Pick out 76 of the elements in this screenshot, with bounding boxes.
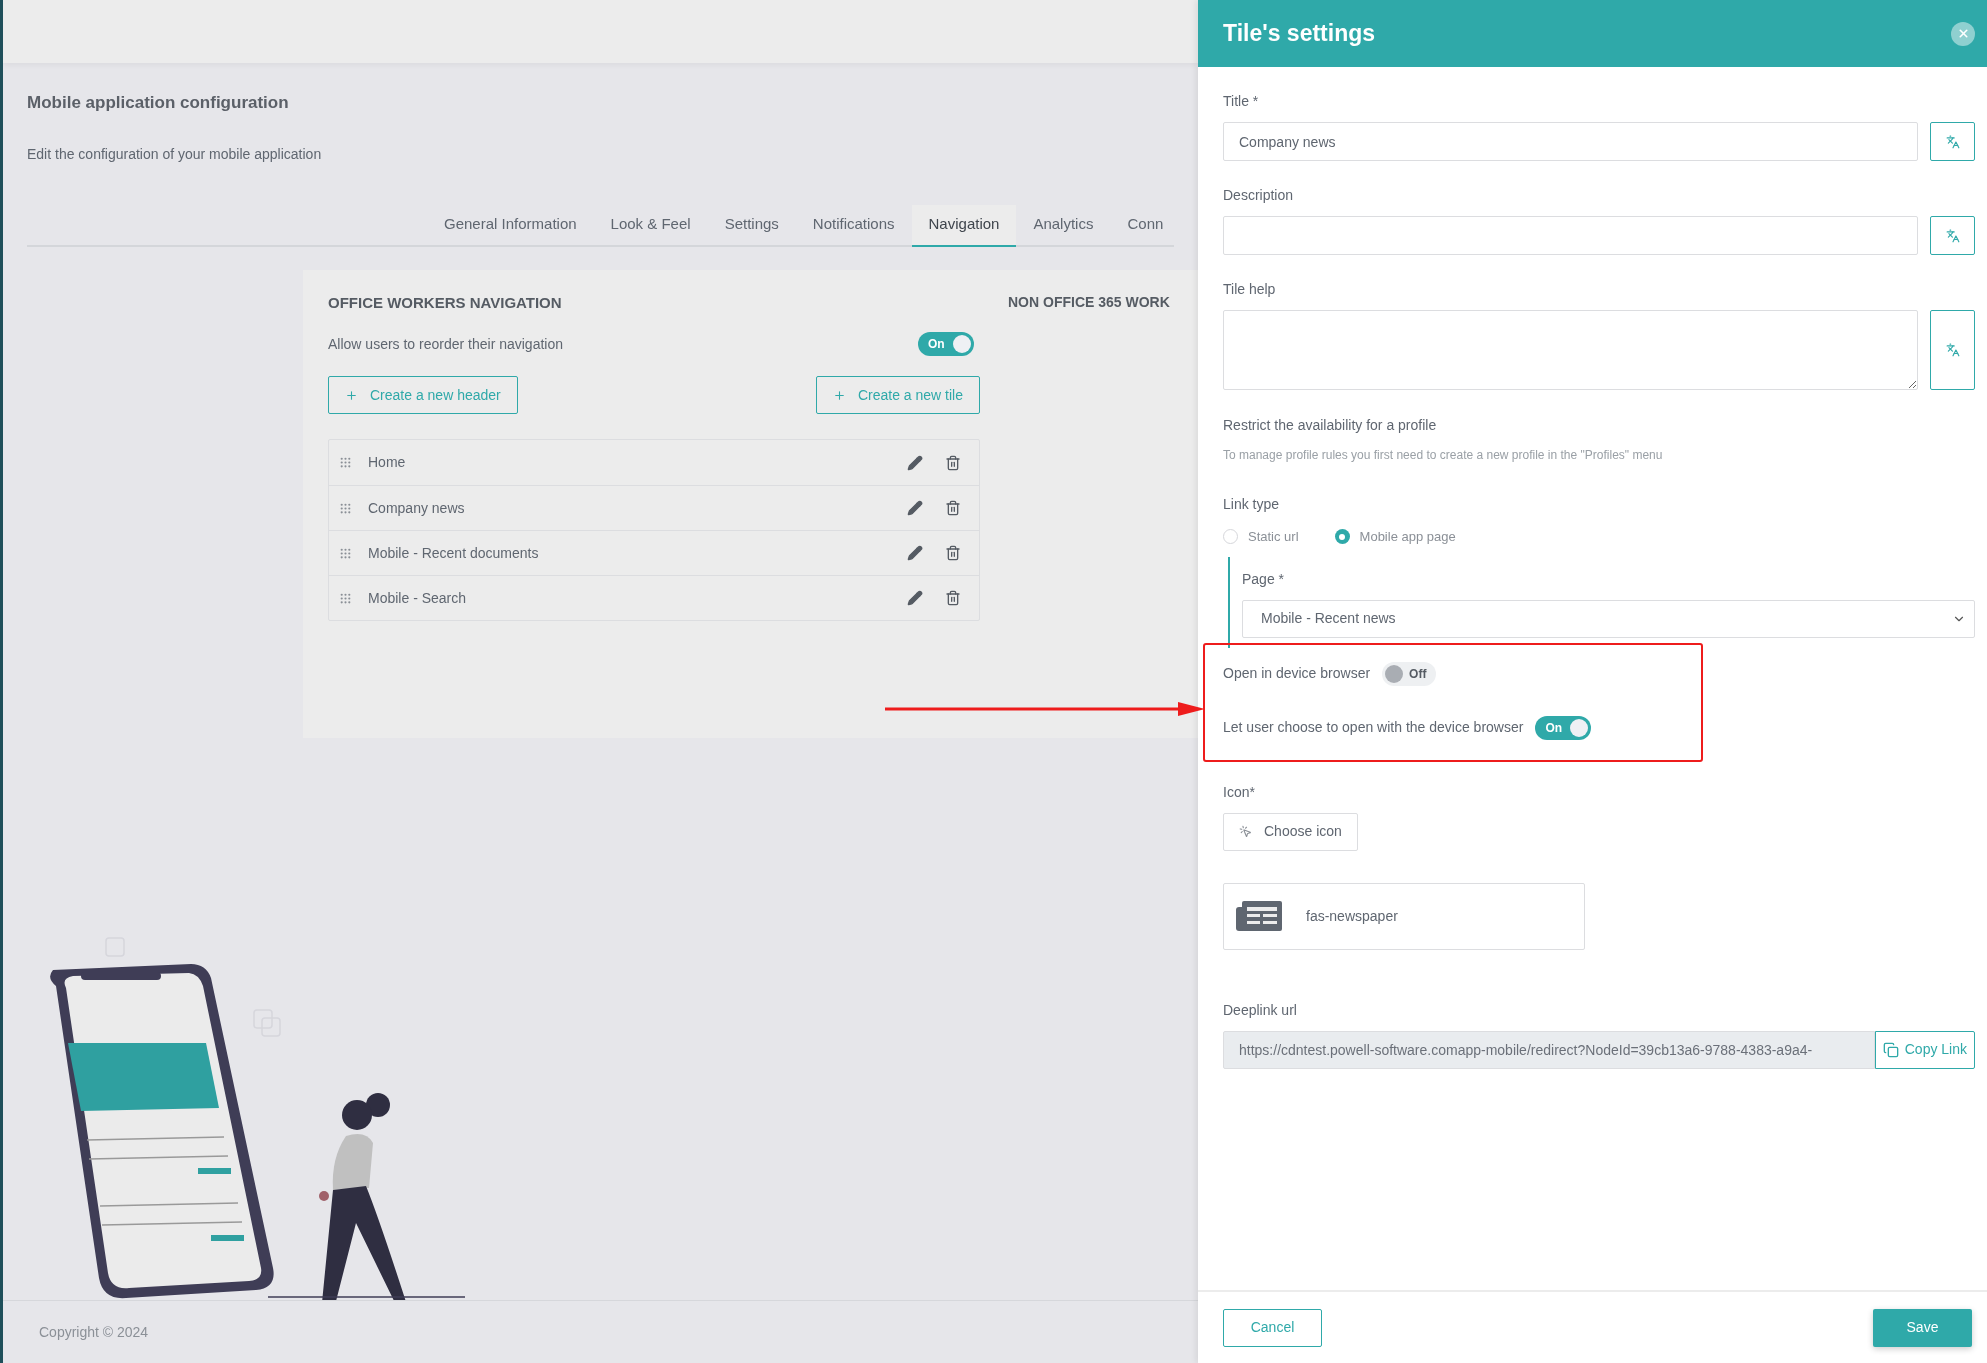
section-heading: OFFICE WORKERS NAVIGATION: [328, 292, 563, 313]
navigation-item[interactable]: Home: [329, 440, 979, 485]
toggle-switch[interactable]: On: [1535, 715, 1592, 740]
navigation-item[interactable]: Mobile - Search: [329, 575, 979, 620]
deeplink-input[interactable]: https://cdntest.powell-software.comapp-mobile/redirect?NodeId=39cb13a6-9788-4383-a9a4-: [1223, 1030, 1875, 1069]
copy-icon: [1882, 1041, 1899, 1058]
page-subtitle: Edit the configuration of your mobile application: [27, 144, 323, 164]
radio-button[interactable]: [1334, 529, 1350, 545]
item-label: Company news: [368, 498, 466, 518]
close-button[interactable]: [1951, 21, 1975, 46]
tab[interactable]: Settings: [707, 204, 796, 247]
newspaper-icon: [1236, 901, 1282, 931]
cancel-button[interactable]: Cancel: [1223, 1308, 1322, 1347]
field-label: Deeplink url: [1223, 1000, 1298, 1020]
tab[interactable]: Navigation: [911, 204, 1017, 247]
translate-button[interactable]: [1930, 122, 1975, 161]
page-title: Mobile application configuration: [27, 92, 290, 114]
delete-icon[interactable]: [945, 454, 961, 471]
choose-icon-button[interactable]: Choose icon: [1223, 812, 1358, 851]
navigation-item[interactable]: Company news: [329, 485, 979, 530]
drag-handle-icon[interactable]: [339, 456, 352, 469]
translate-icon: [1945, 134, 1960, 149]
drag-handle-icon[interactable]: [339, 501, 352, 515]
drag-handle-icon[interactable]: [339, 546, 352, 560]
edit-icon[interactable]: [907, 590, 923, 606]
panel-title: Tile's settings: [1223, 19, 1376, 49]
toggle-label: Let user choose to open with the device browser: [1223, 718, 1524, 737]
delete-icon[interactable]: [945, 545, 961, 561]
item-label: Mobile - Recent documents: [368, 543, 540, 563]
radio-option[interactable]: Static url: [1223, 527, 1299, 547]
title-input[interactable]: Company news: [1223, 122, 1918, 161]
close-icon: [1956, 27, 1970, 40]
translate-icon: [1945, 343, 1960, 357]
tab[interactable]: Analytics: [1016, 204, 1111, 247]
field-label: Title *: [1223, 92, 1260, 111]
field-label: Restrict the availability for a profile: [1223, 416, 1438, 435]
tab[interactable]: General Information: [427, 204, 594, 247]
translate-icon: [1945, 228, 1960, 243]
toggle-label: Open in device browser: [1223, 664, 1371, 683]
delete-icon[interactable]: [945, 500, 961, 516]
edit-icon[interactable]: [907, 500, 923, 516]
tab[interactable]: Conn: [1110, 204, 1181, 247]
radio-option[interactable]: Mobile app page: [1334, 527, 1456, 547]
cursor-click-icon: [1239, 825, 1252, 838]
navigation-item[interactable]: Mobile - Recent documents: [329, 530, 979, 575]
copy-link-button[interactable]: Copy Link: [1874, 1030, 1975, 1069]
create-button[interactable]: Create a new header: [328, 376, 518, 414]
description-input[interactable]: [1223, 216, 1918, 255]
field-label: Page *: [1242, 569, 1286, 589]
copyright-text: Copyright © 2024: [39, 1322, 149, 1342]
hint-text: To manage profile rules you first need to create a new profile in the "Profiles" menu: [1223, 447, 1664, 464]
item-label: Home: [368, 453, 407, 472]
plus-icon: [832, 388, 846, 402]
edit-icon[interactable]: [907, 545, 923, 561]
plus-icon: [345, 388, 358, 402]
toggle-switch[interactable]: Off: [1382, 661, 1437, 686]
create-button[interactable]: Create a new tile: [815, 376, 980, 414]
tab[interactable]: Notifications: [795, 204, 912, 247]
save-button[interactable]: Save: [1873, 1308, 1972, 1347]
field-label: Description: [1223, 186, 1295, 205]
tab[interactable]: Look & Feel: [593, 204, 708, 247]
reorder-label: Allow users to reorder their navigation: [328, 334, 563, 354]
item-label: Mobile - Search: [368, 588, 468, 608]
field-label: Tile help: [1223, 280, 1277, 299]
translate-button[interactable]: [1930, 310, 1975, 390]
translate-button[interactable]: [1930, 216, 1975, 255]
toggle-switch[interactable]: On: [918, 332, 974, 356]
edit-icon[interactable]: [907, 454, 923, 471]
section-heading: NON OFFICE 365 WORK: [1008, 292, 1170, 312]
icon-name: fas-newspaper: [1306, 906, 1398, 926]
drag-handle-icon[interactable]: [339, 591, 352, 605]
field-label: Icon*: [1223, 782, 1256, 802]
delete-icon[interactable]: [945, 590, 961, 606]
page-select[interactable]: Mobile - Recent news: [1242, 599, 1975, 638]
field-label: Link type: [1223, 495, 1281, 514]
radio-button[interactable]: [1223, 529, 1238, 545]
